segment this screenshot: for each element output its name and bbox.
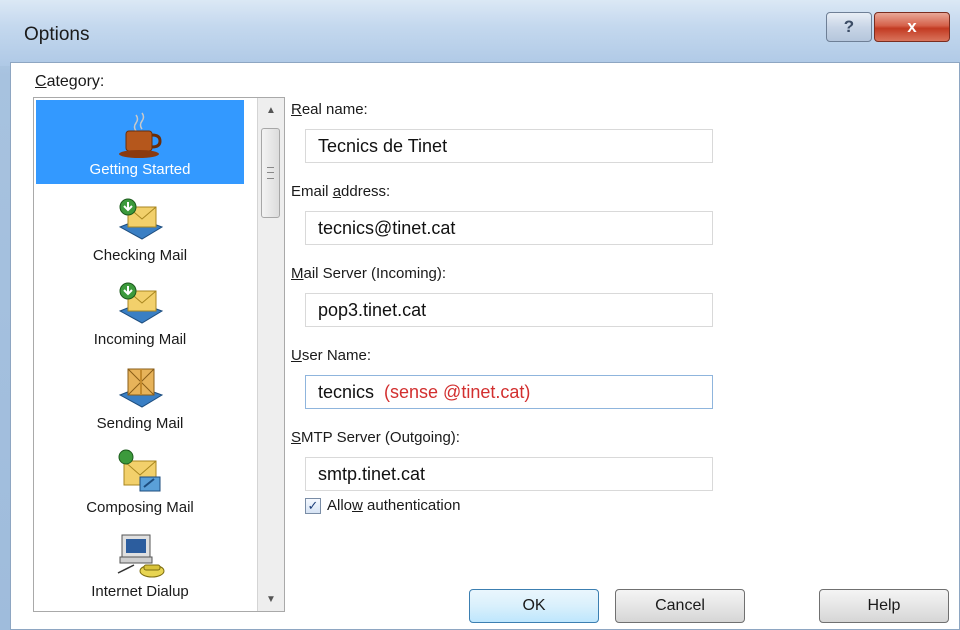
close-icon: x (907, 17, 917, 36)
scroll-up-icon[interactable]: ▲ (258, 98, 284, 122)
incoming-server-label: Mail Server (Incoming): (291, 265, 447, 282)
category-item-internet-dialup[interactable]: Internet Dialup (36, 522, 244, 606)
mail-check-icon (118, 198, 164, 240)
incoming-server-field[interactable]: pop3.tinet.cat (305, 293, 713, 327)
cancel-button[interactable]: Cancel (615, 589, 745, 623)
compose-mail-icon (118, 449, 161, 492)
category-item-composing-mail[interactable]: Composing Mail (36, 438, 244, 522)
category-item-sending-mail[interactable]: Sending Mail (36, 354, 244, 438)
category-label: Category: (35, 73, 105, 90)
computer-phone-icon (117, 534, 165, 578)
scroll-thumb[interactable] (261, 128, 280, 218)
real-name-label: Real name: (291, 101, 368, 118)
mail-package-icon (118, 368, 164, 408)
category-item-incoming-mail[interactable]: Incoming Mail (36, 270, 244, 354)
category-item-label: Checking Mail (92, 247, 188, 264)
help-caption-button[interactable]: ? (826, 12, 872, 42)
allow-authentication-checkbox[interactable]: ✓ (305, 497, 321, 514)
category-item-checking-mail[interactable]: Checking Mail (36, 186, 244, 270)
smtp-server-field[interactable]: smtp.tinet.cat (305, 457, 713, 491)
user-name-label: User Name: (291, 347, 372, 364)
title-bar[interactable]: Options ? x (0, 0, 960, 66)
email-label: Email address: (291, 183, 391, 200)
help-button[interactable]: Help (819, 589, 949, 623)
coffee-cup-icon (119, 112, 162, 158)
question-mark-icon: ? (843, 17, 855, 36)
checkmark-icon: ✓ (307, 497, 319, 513)
category-scrollbar[interactable]: ▲ ▼ (257, 98, 284, 611)
category-list[interactable]: Getting Started Checking Mail Incoming M… (33, 97, 285, 612)
dialog-body: Category: Getting Started Checking Mail … (10, 62, 960, 630)
category-item-label: Sending Mail (96, 415, 184, 432)
ok-button[interactable]: OK (469, 589, 599, 623)
user-name-value: tecnics (318, 382, 375, 402)
category-item-label: Composing Mail (86, 499, 194, 516)
scroll-down-icon[interactable]: ▼ (258, 587, 284, 611)
user-name-field[interactable]: tecnics (sense @tinet.cat) (305, 375, 713, 409)
category-item-getting-started[interactable]: Getting Started (36, 100, 244, 184)
category-item-label: Getting Started (89, 161, 191, 178)
mail-incoming-icon (118, 282, 164, 324)
user-name-hint: (sense @tinet.cat) (384, 382, 531, 402)
smtp-server-label: SMTP Server (Outgoing): (291, 429, 460, 446)
window-title: Options (24, 24, 90, 45)
allow-authentication-label: Allow authentication (327, 497, 461, 514)
close-button[interactable]: x (874, 12, 950, 42)
category-item-label: Internet Dialup (91, 583, 189, 600)
category-item-label: Incoming Mail (93, 331, 187, 348)
options-dialog: Options ? x Category: Getting Started Ch… (0, 0, 960, 630)
email-field[interactable]: tecnics@tinet.cat (305, 211, 713, 245)
allow-authentication-row[interactable]: ✓ Allow authentication (305, 497, 460, 514)
real-name-field[interactable]: Tecnics de Tinet (305, 129, 713, 163)
